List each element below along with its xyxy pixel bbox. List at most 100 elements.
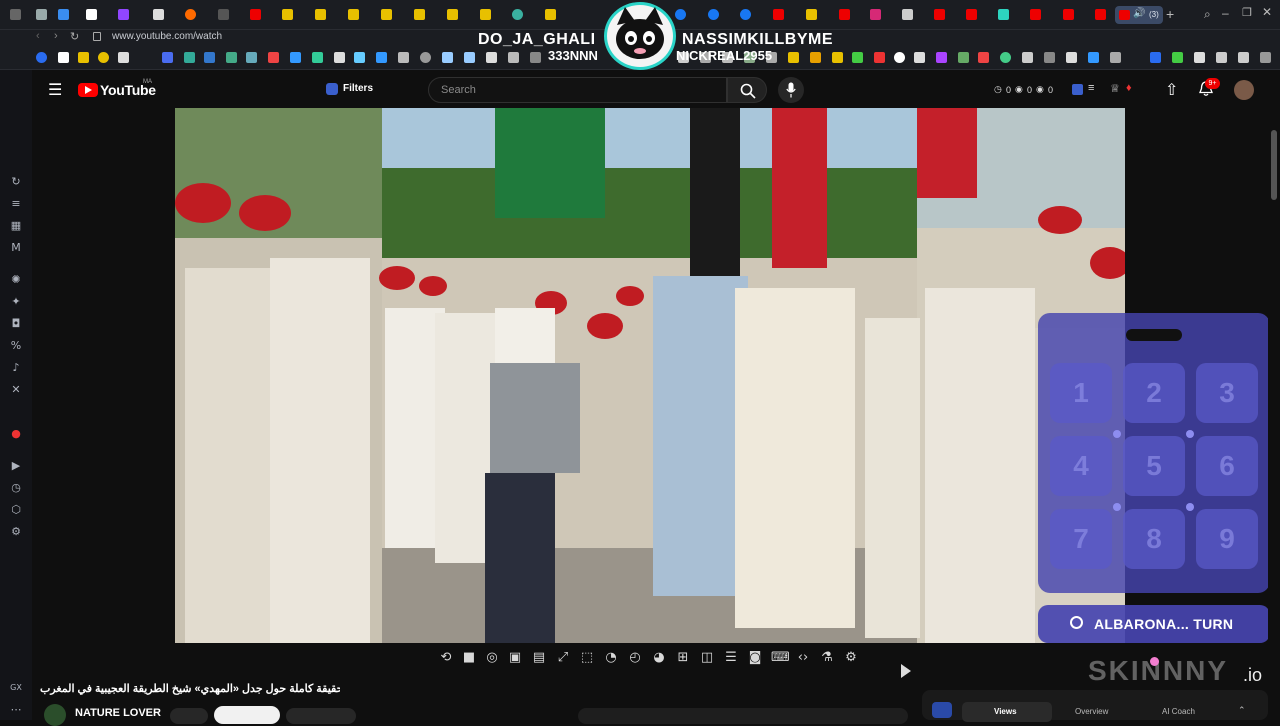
key-8[interactable]: 8 — [1123, 509, 1185, 569]
tab-icon[interactable] — [348, 9, 359, 20]
resize-icon[interactable]: ⤢ — [555, 650, 571, 666]
channel-avatar[interactable] — [44, 704, 66, 726]
bookmark-icon[interactable] — [334, 52, 345, 63]
bookmark-icon[interactable] — [1172, 52, 1183, 63]
flask-icon[interactable]: ⚗ — [819, 650, 835, 666]
bookmark-icon[interactable] — [1150, 52, 1161, 63]
scrollbar[interactable] — [1268, 110, 1280, 720]
bookmark-icon[interactable] — [1110, 52, 1121, 63]
forward-icon[interactable]: › — [54, 30, 58, 42]
bookmark-icon[interactable] — [376, 52, 387, 63]
trophy-icon[interactable]: ♕ — [1110, 82, 1120, 95]
upload-icon[interactable]: ⇧ — [1165, 80, 1178, 100]
browser-menu-icon[interactable] — [10, 9, 21, 20]
tab-ai-coach[interactable]: AI Coach — [1162, 707, 1195, 716]
broadcast-icon[interactable]: ◎ — [484, 650, 500, 666]
camera-icon[interactable]: ◙ — [747, 650, 763, 666]
crop-icon[interactable]: ⬚ — [579, 650, 595, 666]
tab-icon[interactable] — [902, 9, 913, 20]
rotate-icon[interactable]: ◔ — [603, 650, 619, 666]
hamburger-menu-icon[interactable]: ☰ — [48, 80, 62, 99]
bookmark-icon[interactable] — [268, 52, 279, 63]
tab-icon[interactable] — [36, 9, 47, 20]
screen-capture-icon[interactable]: ▣ — [507, 650, 523, 666]
back-icon[interactable]: ‹ — [36, 30, 40, 42]
bookmark-icon[interactable] — [832, 52, 843, 63]
settings-icon[interactable]: ⚙ — [843, 650, 859, 666]
bookmark-icon[interactable] — [226, 52, 237, 63]
key-9[interactable]: 9 — [1196, 509, 1258, 569]
key-6[interactable]: 6 — [1196, 436, 1258, 496]
stop-icon[interactable]: ■ — [461, 650, 477, 666]
twitch-icon[interactable]: ◘ — [10, 318, 22, 330]
tab-icon[interactable] — [118, 9, 129, 20]
history-icon[interactable]: ◷ — [10, 482, 22, 494]
percent-icon[interactable]: % — [10, 340, 22, 352]
record-icon[interactable]: ● — [10, 428, 22, 440]
youtube-tab-icon[interactable] — [1095, 9, 1106, 20]
split-icon[interactable]: ◫ — [699, 650, 715, 666]
active-tab[interactable]: 🔊 (3) — [1115, 6, 1163, 24]
tab-icon[interactable] — [381, 9, 392, 20]
reload-icon[interactable]: ↻ — [70, 30, 79, 43]
extension-icon[interactable] — [932, 702, 952, 718]
bookmark-icon[interactable] — [1044, 52, 1055, 63]
mail-icon[interactable]: M — [10, 242, 22, 254]
bookmark-icon[interactable] — [958, 52, 969, 63]
sparkle-icon[interactable]: ✦ — [10, 296, 22, 308]
minimize-button[interactable]: – — [1222, 6, 1229, 20]
loop-icon[interactable]: ⟲ — [438, 650, 454, 666]
bookmark-icon[interactable] — [1066, 52, 1077, 63]
key-4[interactable]: 4 — [1050, 436, 1112, 496]
code-icon[interactable]: ‹› — [795, 650, 811, 666]
tab-overview[interactable]: Overview — [1075, 707, 1108, 716]
new-tab-button[interactable]: + — [1166, 6, 1174, 22]
filters-button[interactable]: Filters — [326, 81, 374, 99]
more-icon[interactable]: ⋯ — [10, 704, 22, 716]
bookmark-icon[interactable] — [874, 52, 885, 63]
scrollbar-thumb[interactable] — [1271, 130, 1277, 200]
search-tabs-icon[interactable]: ⌕ — [1204, 7, 1211, 22]
add-icon[interactable]: ⊞ — [675, 650, 691, 666]
refresh-icon[interactable]: ↻ — [10, 176, 22, 188]
instagram-tab-icon[interactable] — [870, 9, 881, 20]
key-1[interactable]: 1 — [1050, 363, 1112, 423]
bookmark-icon[interactable] — [354, 52, 365, 63]
tab-views[interactable]: Views — [962, 702, 1052, 722]
youtube-tab-icon[interactable] — [1030, 9, 1041, 20]
chatgpt-icon[interactable]: ✺ — [10, 274, 22, 286]
stack-icon[interactable]: ≡ — [10, 198, 22, 210]
bookmark-icon[interactable] — [1088, 52, 1099, 63]
calendar-icon[interactable]: ▤ — [531, 650, 547, 666]
join-button[interactable] — [170, 708, 208, 724]
tab-icon[interactable] — [315, 9, 326, 20]
bookmark-icon[interactable] — [118, 52, 129, 63]
extensions-icon[interactable]: ⬡ — [10, 504, 22, 516]
key-7[interactable]: 7 — [1050, 509, 1112, 569]
tab-icon[interactable] — [218, 9, 229, 20]
key-2[interactable]: 2 — [1123, 363, 1185, 423]
bookmark-icon[interactable] — [98, 52, 109, 63]
settings-icon[interactable]: ⚙ — [10, 526, 22, 538]
bookmark-icon[interactable] — [204, 52, 215, 63]
bookmark-icon[interactable] — [36, 52, 47, 63]
bookmark-icon[interactable] — [978, 52, 989, 63]
bookmark-icon[interactable] — [936, 52, 947, 63]
channel-name[interactable]: NATURE LOVER — [75, 707, 161, 719]
gauge-icon[interactable]: ◕ — [651, 650, 667, 666]
key-3[interactable]: 3 — [1196, 363, 1258, 423]
bookmark-icon[interactable] — [246, 52, 257, 63]
grid-icon[interactable]: ▦ — [10, 220, 22, 232]
youtube-tab-icon[interactable] — [966, 9, 977, 20]
keyboard-icon[interactable]: ⌨ — [771, 650, 790, 666]
bookmark-icon[interactable] — [420, 52, 431, 63]
bookmark-icon[interactable] — [1216, 52, 1227, 63]
bookmark-icon[interactable] — [894, 52, 905, 63]
bookmark-icon[interactable] — [852, 52, 863, 63]
tab-icon[interactable] — [185, 9, 196, 20]
x-icon[interactable]: ✕ — [10, 384, 22, 396]
restore-button[interactable]: ❐ — [1242, 6, 1252, 19]
bookmark-icon[interactable] — [58, 52, 69, 63]
url-text[interactable]: www.youtube.com/watch — [112, 31, 222, 42]
youtube-tab-icon[interactable] — [839, 9, 850, 20]
